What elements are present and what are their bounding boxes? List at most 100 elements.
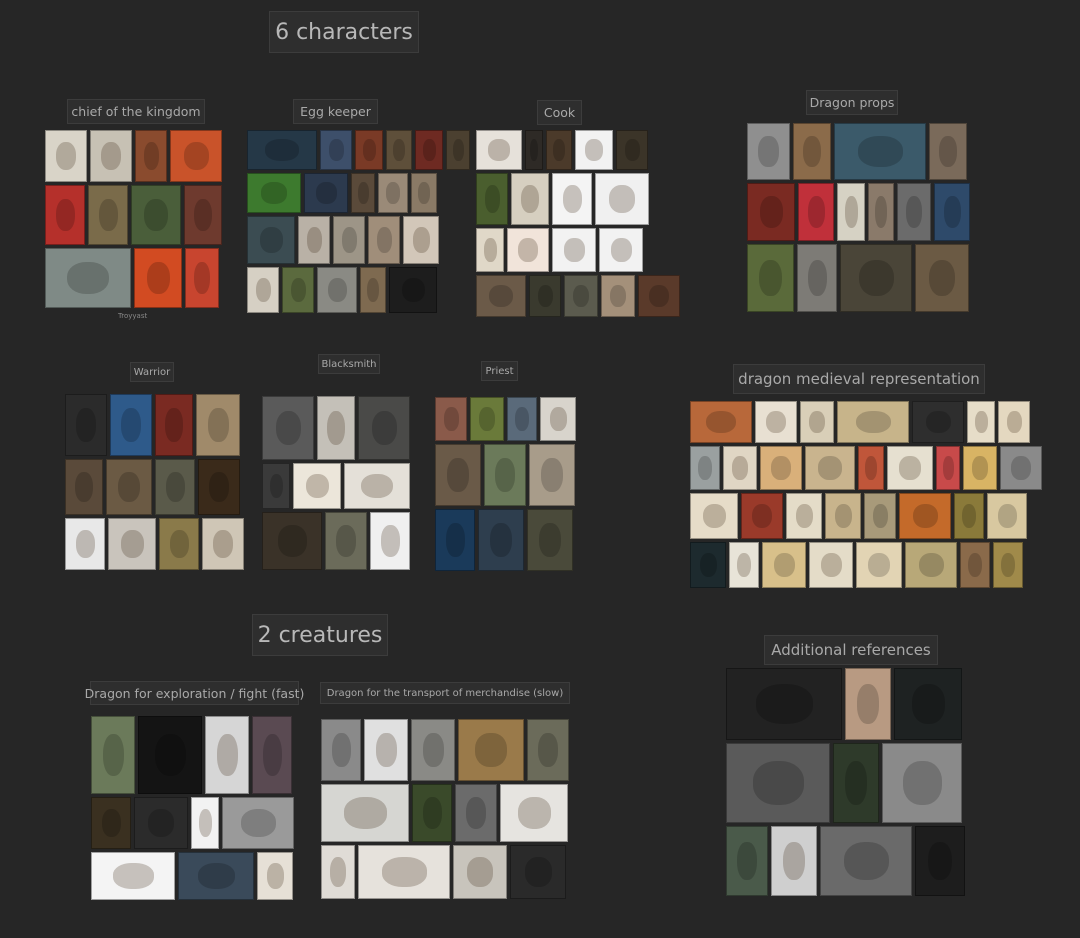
reference-image[interactable]: [333, 216, 365, 264]
board-label-additional[interactable]: Additional references: [764, 635, 938, 665]
reference-image[interactable]: [840, 244, 912, 312]
heading-creatures[interactable]: 2 creatures: [252, 614, 388, 656]
reference-image[interactable]: [317, 267, 357, 313]
reference-image[interactable]: [386, 130, 412, 170]
reference-image[interactable]: [155, 394, 193, 456]
reference-image[interactable]: [834, 123, 926, 180]
reference-image[interactable]: [403, 216, 439, 264]
reference-image[interactable]: [800, 401, 834, 443]
reference-image[interactable]: [595, 173, 649, 225]
reference-image[interactable]: [360, 267, 386, 313]
reference-image[interactable]: [967, 401, 995, 443]
reference-image[interactable]: [247, 130, 317, 170]
reference-image[interactable]: [45, 185, 85, 245]
reference-image[interactable]: [552, 173, 592, 225]
reference-image[interactable]: [446, 130, 470, 170]
reference-image[interactable]: [91, 852, 175, 900]
board-additional[interactable]: [726, 668, 965, 896]
reference-image[interactable]: [358, 396, 410, 460]
reference-image[interactable]: [529, 275, 561, 317]
reference-image[interactable]: [134, 797, 188, 849]
reference-image[interactable]: [110, 394, 152, 456]
reference-image[interactable]: [478, 509, 524, 571]
reference-image[interactable]: [912, 401, 964, 443]
reference-image[interactable]: [484, 444, 526, 506]
reference-image[interactable]: [476, 275, 526, 317]
reference-image[interactable]: [599, 228, 643, 272]
reference-image[interactable]: [90, 130, 132, 182]
reference-image[interactable]: [726, 743, 830, 823]
reference-image[interactable]: [954, 493, 984, 539]
reference-image[interactable]: [435, 444, 481, 506]
reference-image[interactable]: [91, 797, 131, 849]
reference-image[interactable]: [564, 275, 598, 317]
reference-image[interactable]: [131, 185, 181, 245]
reference-image[interactable]: [321, 845, 355, 899]
reference-image[interactable]: [936, 446, 960, 490]
reference-image[interactable]: [389, 267, 437, 313]
reference-image[interactable]: [304, 173, 348, 213]
reference-image[interactable]: [358, 845, 450, 899]
reference-image[interactable]: [453, 845, 507, 899]
reference-image[interactable]: [864, 493, 896, 539]
reference-image[interactable]: [185, 248, 219, 308]
reference-image[interactable]: [837, 401, 909, 443]
heading-characters[interactable]: 6 characters: [269, 11, 419, 53]
reference-image[interactable]: [723, 446, 757, 490]
reference-image[interactable]: [899, 493, 951, 539]
reference-image[interactable]: [726, 826, 768, 896]
reference-image[interactable]: [351, 173, 375, 213]
reference-image[interactable]: [205, 716, 249, 794]
reference-image[interactable]: [507, 228, 549, 272]
reference-image[interactable]: [257, 852, 293, 900]
reference-image[interactable]: [809, 542, 853, 588]
reference-image[interactable]: [412, 784, 452, 842]
reference-image[interactable]: [575, 130, 613, 170]
reference-image[interactable]: [202, 518, 244, 570]
board-dragon-props[interactable]: [747, 123, 970, 312]
reference-image[interactable]: [247, 216, 295, 264]
reference-image[interactable]: [527, 719, 569, 781]
reference-image[interactable]: [247, 173, 301, 213]
reference-image[interactable]: [905, 542, 957, 588]
reference-image[interactable]: [415, 130, 443, 170]
reference-image[interactable]: [747, 244, 794, 312]
reference-image[interactable]: [529, 444, 575, 506]
reference-image[interactable]: [887, 446, 933, 490]
reference-image[interactable]: [510, 845, 566, 899]
reference-image[interactable]: [325, 512, 367, 570]
reference-image[interactable]: [833, 743, 879, 823]
reference-image[interactable]: [293, 463, 341, 509]
reference-image[interactable]: [729, 542, 759, 588]
reference-image[interactable]: [845, 668, 891, 740]
reference-image[interactable]: [741, 493, 783, 539]
reference-image[interactable]: [198, 459, 240, 515]
reference-image[interactable]: [65, 518, 105, 570]
reference-image[interactable]: [755, 401, 797, 443]
reference-image[interactable]: [1000, 446, 1042, 490]
reference-image[interactable]: [344, 463, 410, 509]
reference-image[interactable]: [222, 797, 294, 849]
reference-image[interactable]: [317, 396, 355, 460]
reference-image[interactable]: [108, 518, 156, 570]
reference-image[interactable]: [411, 173, 437, 213]
reference-image[interactable]: [798, 183, 834, 241]
reference-image[interactable]: [616, 130, 648, 170]
reference-image[interactable]: [805, 446, 855, 490]
reference-image[interactable]: [747, 123, 790, 180]
reference-image[interactable]: [690, 542, 726, 588]
reference-image[interactable]: [65, 394, 107, 456]
board-warrior[interactable]: [65, 394, 244, 570]
reference-image[interactable]: [320, 130, 352, 170]
reference-image[interactable]: [825, 493, 861, 539]
reference-image[interactable]: [963, 446, 997, 490]
board-label-dragon-fast[interactable]: Dragon for exploration / fight (fast): [85, 681, 304, 705]
board-label-egg-keeper[interactable]: Egg keeper: [293, 99, 378, 124]
reference-image[interactable]: [915, 826, 965, 896]
reference-image[interactable]: [915, 244, 969, 312]
reference-image[interactable]: [321, 784, 409, 842]
reference-image[interactable]: [771, 826, 817, 896]
reference-image[interactable]: [45, 130, 87, 182]
reference-image[interactable]: [135, 130, 167, 182]
reference-image[interactable]: [793, 123, 831, 180]
